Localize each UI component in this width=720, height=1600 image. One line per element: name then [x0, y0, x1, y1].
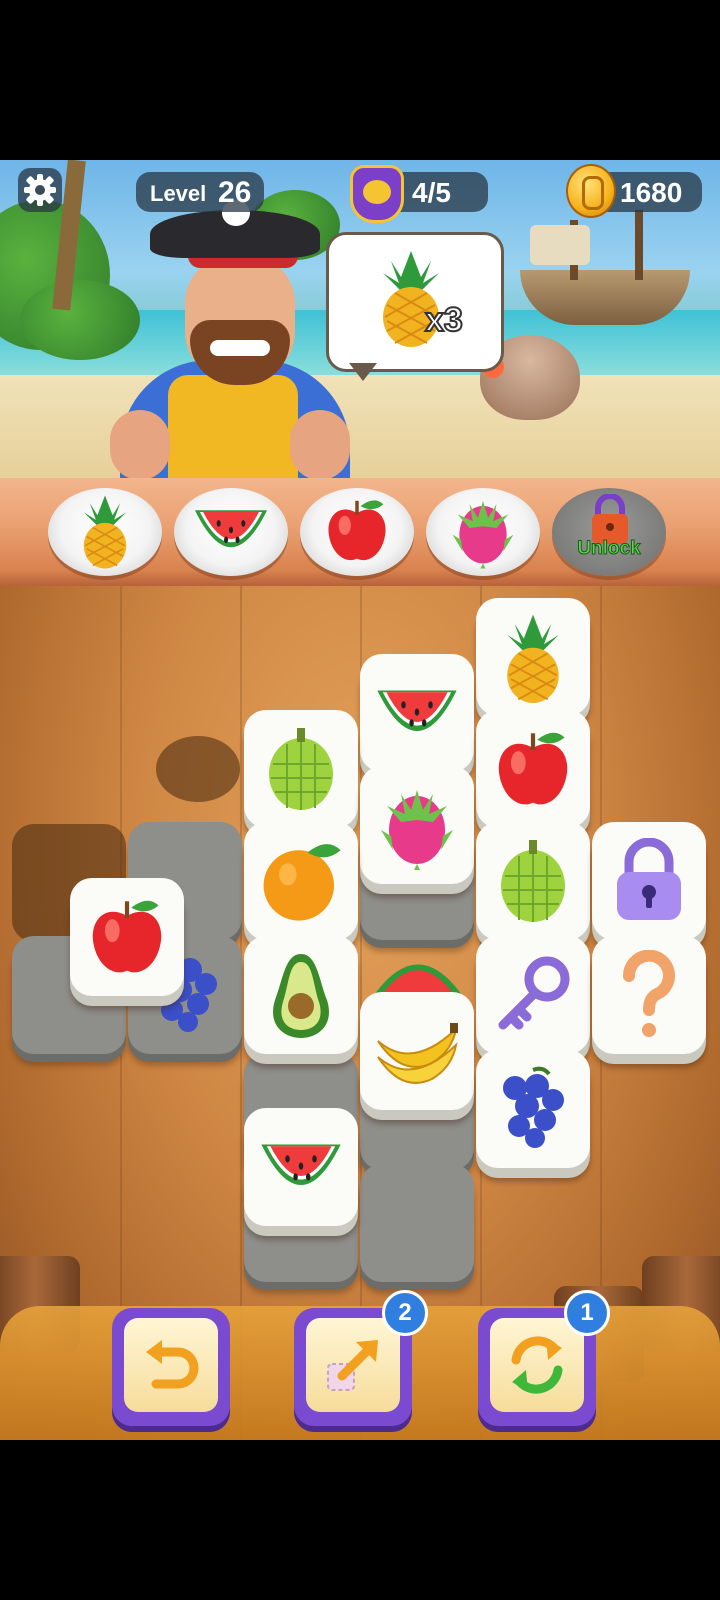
fruit-tile-avocado[interactable] [244, 936, 358, 1054]
shuffle-count-badge: 1 [564, 1290, 610, 1336]
slot-3 [300, 488, 414, 576]
padlock-icon [617, 838, 681, 920]
order-bubble: x3 [326, 232, 504, 381]
watermelon-icon [261, 1144, 341, 1185]
question-mark-icon [622, 950, 675, 1037]
gear-icon [24, 174, 56, 206]
watermelon-icon [377, 690, 457, 731]
orange-icon [263, 844, 341, 921]
slot-5-locked[interactable]: Unlock [552, 488, 666, 576]
undo-arrow-icon [146, 1340, 199, 1389]
undo-button[interactable] [112, 1308, 230, 1426]
shuffle-icon [511, 1336, 563, 1394]
fruit-tile-durian[interactable] [244, 710, 358, 828]
watermelon-icon [194, 510, 268, 548]
dragonfruit-icon [452, 500, 514, 569]
move-out-button[interactable]: 2 [294, 1290, 428, 1426]
customers-shield-icon [350, 165, 404, 223]
slot-1 [48, 488, 162, 576]
unlock-label: Unlock [577, 538, 641, 560]
pineapple-icon [83, 495, 127, 569]
fruit-tile-banana[interactable] [360, 992, 474, 1110]
move-out-count-badge: 2 [382, 1290, 428, 1336]
fruit-tile-dragonfruit[interactable] [360, 766, 474, 884]
apple-icon [92, 900, 162, 973]
fruit-tile-apple[interactable] [70, 878, 184, 996]
order-quantity: x3 [424, 300, 464, 340]
durian-icon [501, 840, 565, 922]
move-out-icon [327, 1340, 378, 1391]
pineapple-icon [507, 614, 559, 703]
slot-4 [426, 488, 540, 576]
fruit-tile-grape[interactable] [476, 1050, 590, 1168]
apple-icon [328, 500, 386, 561]
durian-icon [269, 728, 333, 810]
shuffle-button[interactable]: 1 [478, 1290, 610, 1426]
coin-icon [566, 164, 616, 218]
apple-icon [498, 732, 568, 805]
level-label: Level [150, 181, 207, 206]
dragonfruit-icon [381, 790, 453, 870]
banana-icon [377, 1023, 458, 1084]
fruit-tile-orange[interactable] [244, 822, 358, 940]
fruit-tile-watermelon[interactable] [360, 654, 474, 772]
avocado-icon [273, 954, 329, 1038]
collection-counter: Unlock [0, 478, 720, 586]
coin-amount: 1680 [620, 177, 683, 208]
level-number: 26 [218, 176, 252, 209]
grape-icon [503, 1066, 564, 1148]
fruit-tile-apple[interactable] [476, 710, 590, 828]
progress-text: 4/5 [412, 177, 451, 208]
fruit-tile-durian[interactable] [476, 822, 590, 940]
covered-tile [360, 1164, 474, 1282]
lock-tile[interactable] [592, 822, 706, 940]
level-indicator: Level 26 [136, 172, 264, 212]
fruit-tile-watermelon[interactable] [244, 1108, 358, 1226]
settings-button[interactable] [18, 168, 62, 212]
slot-2 [174, 488, 288, 576]
key-tile[interactable] [476, 936, 590, 1054]
key-icon [498, 956, 570, 1030]
fruit-tile-pineapple[interactable] [476, 598, 590, 716]
mystery-tile[interactable] [592, 936, 706, 1054]
pirate-ship [500, 210, 700, 330]
pirate-character [110, 200, 350, 480]
